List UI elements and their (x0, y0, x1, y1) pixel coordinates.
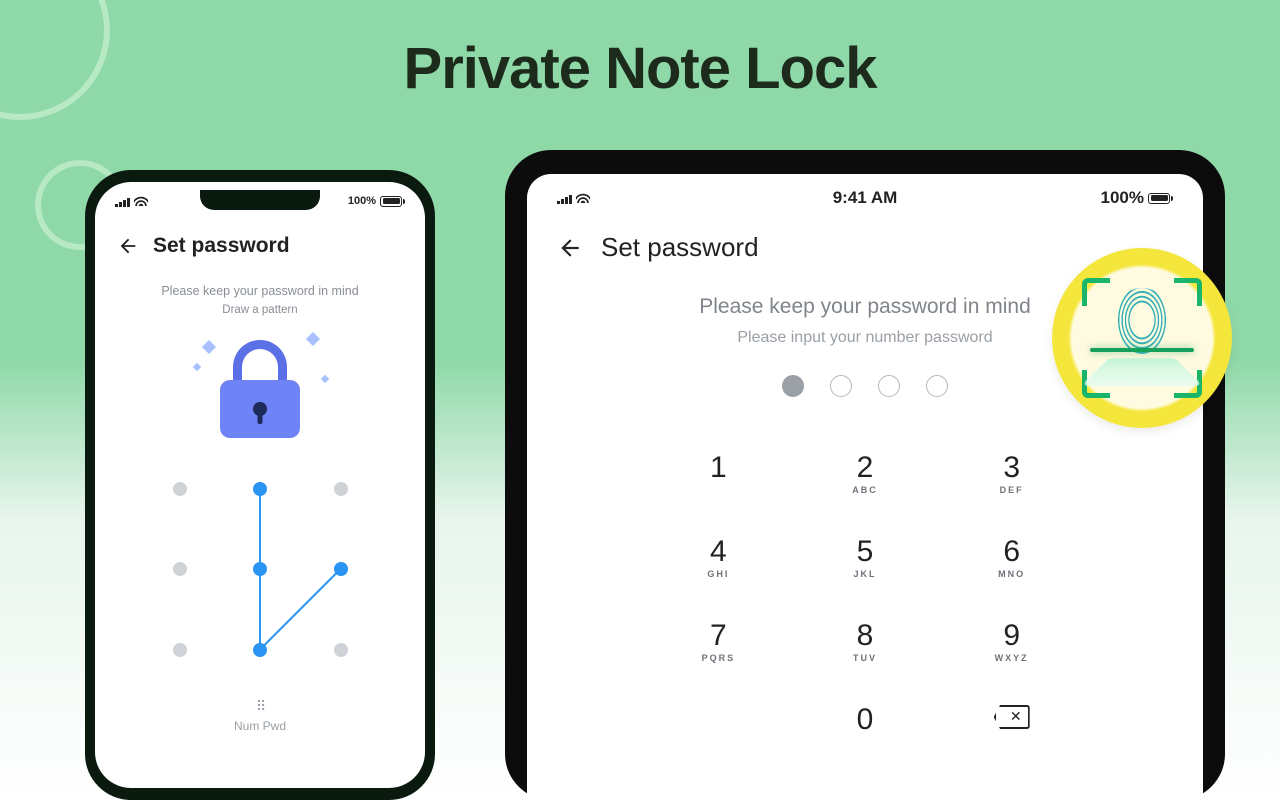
pattern-dot[interactable] (253, 562, 267, 576)
wifi-icon (134, 196, 148, 206)
keypad-key-backspace[interactable] (938, 705, 1085, 747)
pattern-dot[interactable] (173, 562, 187, 576)
app-bar: Set password (527, 208, 1203, 263)
scan-frame-corner (1174, 278, 1202, 306)
signal-icon (557, 193, 572, 204)
keypad-key-1[interactable]: 1 (645, 453, 792, 495)
keypad-key-4[interactable]: 4GHI (645, 537, 792, 579)
device-phone: 9:41 AM 100% Set password Please keep yo… (85, 170, 435, 800)
scan-frame-corner (1082, 278, 1110, 306)
pattern-dot[interactable] (334, 482, 348, 496)
scan-line (1090, 348, 1194, 352)
num-pwd-label: Num Pwd (234, 719, 286, 733)
pattern-dot[interactable] (253, 643, 267, 657)
number-keypad: 1 2ABC 3DEF 4GHI 5JKL 6MNO 7PQRS 8TUV 9W… (645, 453, 1085, 747)
phone-screen: 9:41 AM 100% Set password Please keep yo… (95, 182, 425, 788)
status-bar: 9:41 AM 100% (527, 174, 1203, 208)
keypad-key-2[interactable]: 2ABC (792, 453, 939, 495)
fingerprint-badge (1052, 248, 1232, 428)
pin-dot (782, 375, 804, 397)
hint-secondary: Draw a pattern (95, 304, 425, 316)
scan-frame-corner (1174, 370, 1202, 398)
keypad-key-empty (645, 705, 792, 747)
screen-title: Set password (601, 232, 759, 263)
signal-icon (115, 196, 130, 207)
wifi-icon (576, 193, 590, 203)
battery-text: 100% (348, 195, 376, 207)
lock-illustration (190, 334, 330, 444)
hero-title: Private Note Lock (0, 35, 1280, 102)
keypad-key-8[interactable]: 8TUV (792, 621, 939, 663)
back-arrow-icon[interactable] (117, 235, 139, 257)
hint-primary: Please keep your password in mind (95, 284, 425, 298)
pattern-dot[interactable] (173, 482, 187, 496)
keypad-icon: ⠿ (95, 698, 425, 715)
keypad-key-6[interactable]: 6MNO (938, 537, 1085, 579)
pin-dot (926, 375, 948, 397)
back-arrow-icon[interactable] (557, 235, 583, 261)
switch-to-number-password[interactable]: ⠿ Num Pwd (95, 698, 425, 733)
screen-title: Set password (153, 234, 290, 258)
keypad-key-5[interactable]: 5JKL (792, 537, 939, 579)
phone-notch (200, 190, 320, 210)
app-bar: Set password (95, 212, 425, 258)
battery-icon (1148, 193, 1173, 204)
keypad-key-7[interactable]: 7PQRS (645, 621, 792, 663)
battery-text: 100% (1101, 188, 1144, 208)
battery-icon (380, 196, 405, 207)
keypad-key-9[interactable]: 9WXYZ (938, 621, 1085, 663)
pattern-dot[interactable] (334, 562, 348, 576)
pattern-dot[interactable] (334, 643, 348, 657)
pattern-grid[interactable] (145, 454, 375, 684)
backspace-icon (994, 705, 1030, 729)
pattern-dot[interactable] (253, 482, 267, 496)
fingerprint-icon (1108, 288, 1176, 368)
device-tablet: 9:41 AM 100% Set password Please keep yo… (505, 150, 1225, 800)
keypad-key-3[interactable]: 3DEF (938, 453, 1085, 495)
status-time: 9:41 AM (833, 188, 898, 208)
pattern-dot[interactable] (173, 643, 187, 657)
keypad-key-0[interactable]: 0 (792, 705, 939, 747)
pin-dot (878, 375, 900, 397)
pin-dot (830, 375, 852, 397)
